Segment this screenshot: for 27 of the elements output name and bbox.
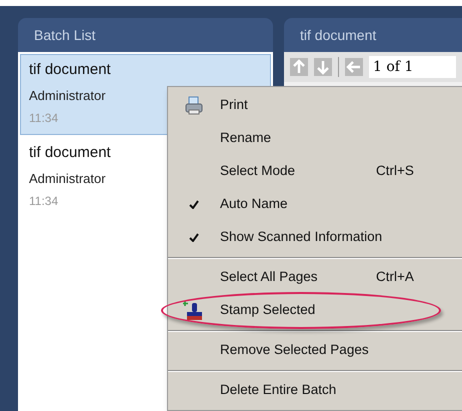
menu-shortcut: Ctrl+A [376,268,414,286]
printer-icon [184,96,204,116]
batch-time: 11:34 [29,110,58,127]
up-arrow-icon[interactable] [290,58,308,76]
menu-label: Show Scanned Information [220,228,382,246]
batch-user: Administrator [29,86,106,104]
menu-label: Print [220,96,249,114]
menu-item[interactable]: Show Scanned Information [168,221,462,254]
menu-item[interactable]: Remove Selected Pages [168,334,462,367]
page-field[interactable]: 1 of 1 [369,56,456,78]
menu-item[interactable]: Delete Entire Batch [168,374,462,407]
batch-time: 11:34 [29,193,58,210]
batch-user: Administrator [29,170,106,188]
menu-item[interactable]: Select All Pages Ctrl+A [168,261,462,294]
stamp-icon [183,300,205,322]
menu-item[interactable]: Stamp Selected [168,294,462,327]
left-arrow-icon[interactable] [345,58,363,76]
menu-label: Remove Selected Pages [220,341,370,360]
batch-name: tif document [29,60,111,80]
batch-name: tif document [29,143,111,163]
menu-shortcut: Ctrl+S [376,162,414,180]
menu-label: Delete Entire Batch [220,381,338,400]
panel-title: tif document [300,26,376,44]
menu-label: Select All Pages [220,268,319,286]
menu-label: Stamp Selected [220,301,316,320]
panel-title: Batch List [34,26,96,44]
down-arrow-icon[interactable] [314,58,332,76]
